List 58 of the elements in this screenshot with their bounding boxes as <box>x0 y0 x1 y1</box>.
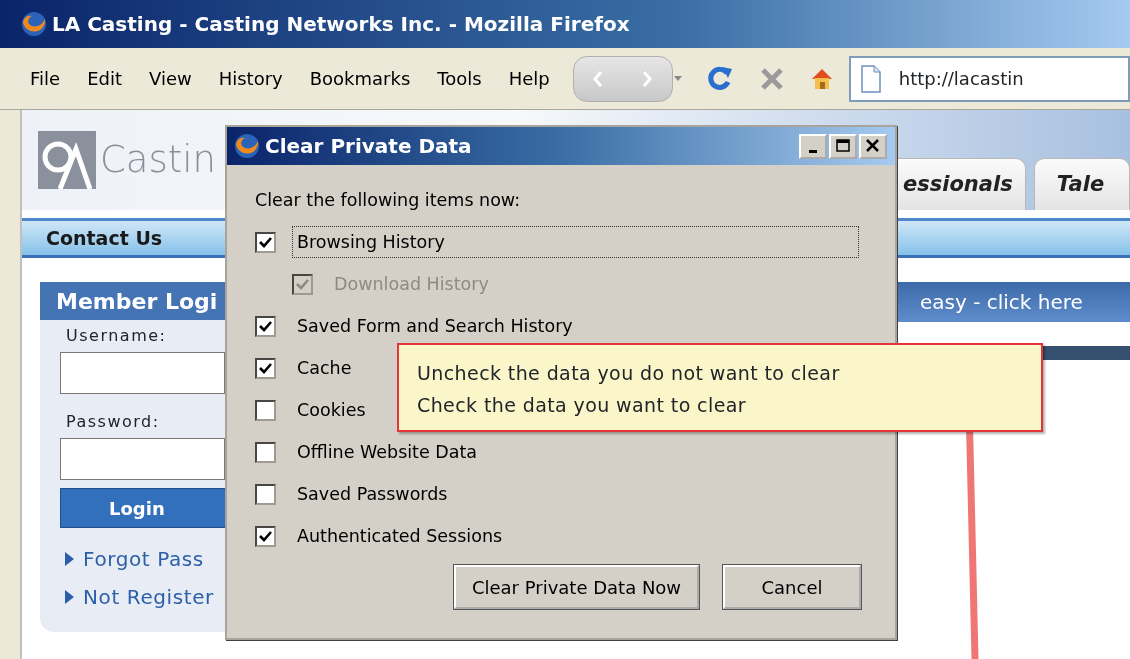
close-icon <box>865 138 881 154</box>
link[interactable]: Not Register <box>83 582 214 612</box>
close-button[interactable] <box>859 133 887 159</box>
checkbox[interactable] <box>255 525 276 547</box>
checkmark-icon <box>258 235 273 250</box>
address-field[interactable]: http://lacastin <box>848 55 1130 102</box>
dialog-button[interactable]: Clear Private Data Now <box>454 565 699 610</box>
nav-link-item[interactable]: Contact Us <box>46 223 163 253</box>
checkbox[interactable] <box>255 315 276 337</box>
triangle-icon <box>64 589 75 605</box>
menu-item[interactable]: Edit <box>75 65 137 92</box>
menu-item[interactable]: History <box>206 65 298 92</box>
checkmark-icon <box>258 361 273 376</box>
site-tab[interactable]: Tale <box>1033 158 1130 210</box>
callout-text: Uncheck the data you do not want to clear <box>417 361 841 386</box>
password-field[interactable] <box>60 438 225 480</box>
checkbox-label[interactable]: Cache <box>292 352 357 385</box>
reload-icon[interactable] <box>706 64 735 93</box>
logo-text: Castin <box>100 137 217 184</box>
link[interactable]: Forgot Pass <box>83 544 204 574</box>
checkbox-label[interactable]: Cookies <box>292 394 371 427</box>
dropdown-caret-icon[interactable] <box>672 75 683 82</box>
minimize-button[interactable] <box>799 133 827 159</box>
menu-item[interactable]: View <box>137 65 207 92</box>
checkmark-icon <box>258 529 273 544</box>
checkbox-label[interactable]: Offline Website Data <box>292 436 483 469</box>
checkbox[interactable] <box>255 483 276 505</box>
checkbox-label[interactable]: Saved Form and Search History <box>292 310 578 343</box>
checkmark-icon <box>295 277 310 292</box>
page-icon <box>858 64 883 93</box>
logo-icon <box>38 131 96 189</box>
menu-item[interactable]: Tools <box>425 65 497 92</box>
panel-title: Member Logi <box>40 282 225 320</box>
checkbox[interactable] <box>255 441 276 463</box>
checkmark-icon <box>258 319 273 334</box>
dialog-title: Clear Private Data <box>265 133 473 160</box>
checkbox-label[interactable]: Saved Passwords <box>292 478 453 511</box>
minimize-icon <box>809 149 817 153</box>
triangle-icon <box>64 551 75 567</box>
window-title: LA Casting - Casting Networks Inc. - Mozilla Firefox <box>52 11 630 38</box>
checkbox[interactable] <box>255 357 276 379</box>
checkbox[interactable] <box>255 231 276 253</box>
dialog-button[interactable]: Cancel <box>723 565 861 610</box>
maximize-icon <box>835 138 851 154</box>
browser-logo-icon <box>20 10 48 38</box>
maximize-button[interactable] <box>829 133 857 159</box>
dialog-prompt: Clear the following items now: <box>255 189 522 212</box>
callout-text: Check the data you want to clear <box>417 393 747 418</box>
menu-item[interactable]: Help <box>496 65 565 92</box>
field-label: Password: <box>65 411 161 433</box>
checkbox[interactable] <box>255 399 276 421</box>
menu-item[interactable]: File <box>18 65 76 92</box>
browser-logo-icon <box>233 132 261 160</box>
checkbox-label[interactable]: Browsing History <box>292 226 859 259</box>
username-field[interactable] <box>60 352 225 394</box>
checkbox-label[interactable]: Authenticated Sessions <box>292 520 508 553</box>
menu-item[interactable]: Bookmarks <box>297 65 426 92</box>
field-label: Username: <box>65 325 168 347</box>
